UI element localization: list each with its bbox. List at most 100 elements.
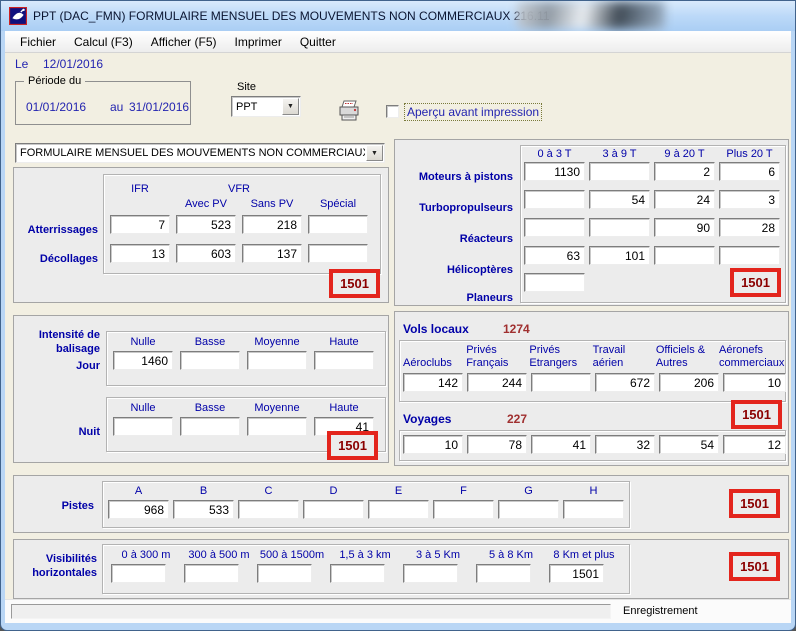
voyages-aeroclubs-field[interactable] (403, 435, 463, 454)
decollages-special-field[interactable] (308, 244, 368, 263)
jour-haute-field[interactable] (314, 351, 374, 370)
voyages-prives-etrangers-field[interactable] (531, 435, 591, 454)
menu-bar: Fichier Calcul (F3) Afficher (F5) Imprim… (5, 31, 791, 53)
col-header-piste-h: H (563, 485, 624, 497)
col-header-3-9t: 3 à 9 T (589, 148, 650, 160)
reacteurs-row-label: Réacteurs (395, 233, 513, 245)
pistes-label: Pistes (14, 500, 94, 512)
helicopteres-plus-20t-field[interactable] (719, 246, 780, 265)
atterrissages-ifr-field[interactable] (110, 215, 170, 234)
col-header-sans-pv: Sans PV (242, 198, 302, 210)
menu-afficher[interactable]: Afficher (F5) (142, 32, 226, 52)
locaux-travail-aerien-field[interactable] (595, 373, 655, 392)
pistons-0-3t-field[interactable] (524, 162, 585, 181)
voyages-travail-aerien-field[interactable] (595, 435, 655, 454)
turboprop-9-20t-field[interactable] (654, 190, 715, 209)
turboprop-0-3t-field[interactable] (524, 190, 585, 209)
piste-f-field[interactable] (433, 500, 494, 519)
helicopteres-3-9t-field[interactable] (589, 246, 650, 265)
visibilites-label: Visibilités horizontales (14, 552, 97, 580)
piste-h-field[interactable] (563, 500, 624, 519)
movements-badge: 1501 (329, 269, 380, 298)
menu-calcul[interactable]: Calcul (F3) (65, 32, 142, 52)
preview-checkbox-label[interactable]: Aperçu avant impression (404, 103, 542, 121)
col-header-500-1500m: 500 à 1500m (257, 549, 327, 561)
decollages-row-label: Décollages (14, 253, 98, 265)
preview-checkbox[interactable] (386, 105, 399, 118)
visib-500-1500m-field[interactable] (257, 564, 312, 583)
spacer (110, 198, 170, 210)
reacteurs-3-9t-field[interactable] (589, 218, 650, 237)
helicopteres-9-20t-field[interactable] (654, 246, 715, 265)
atterrissages-special-field[interactable] (308, 215, 368, 234)
atterrissages-avec-pv-field[interactable] (176, 215, 236, 234)
pistons-9-20t-field[interactable] (654, 162, 715, 181)
print-icon[interactable] (337, 98, 361, 124)
col-header-nulle: Nulle (113, 402, 173, 414)
reacteurs-0-3t-field[interactable] (524, 218, 585, 237)
turboprop-plus-20t-field[interactable] (719, 190, 780, 209)
nuit-basse-field[interactable] (180, 417, 240, 436)
decollages-sans-pv-field[interactable] (242, 244, 302, 263)
nuit-nulle-field[interactable] (113, 417, 173, 436)
pistons-3-9t-field[interactable] (589, 162, 650, 181)
site-select[interactable]: PPT ▼ (231, 96, 301, 117)
col-header-9-20t: 9 à 20 T (654, 148, 715, 160)
voyages-officiels-field[interactable] (659, 435, 719, 454)
voyages-groupbox (399, 430, 786, 461)
visib-0-300m-field[interactable] (111, 564, 166, 583)
satellite-dish-icon[interactable] (9, 7, 27, 25)
visibilites-badge: 1501 (729, 552, 780, 581)
visib-3-5km-field[interactable] (403, 564, 458, 583)
locaux-commerciaux-field[interactable] (723, 373, 786, 392)
chevron-down-icon[interactable]: ▼ (366, 145, 383, 161)
periode-to-label: au (110, 100, 123, 114)
status-text: Enregistrement (623, 605, 698, 617)
col-header-avec-pv: Avec PV (176, 198, 236, 210)
atterrissages-sans-pv-field[interactable] (242, 215, 302, 234)
decollages-avec-pv-field[interactable] (176, 244, 236, 263)
movements-groupbox: IFR VFR Avec PV Sans PV Spécial (103, 174, 381, 274)
locaux-aeroclubs-field[interactable] (403, 373, 463, 392)
piste-e-field[interactable] (368, 500, 429, 519)
col-header-0-3t: 0 à 3 T (524, 148, 585, 160)
date-label: Le (15, 57, 28, 71)
piste-a-field[interactable] (108, 500, 169, 519)
locaux-prives-etrangers-field[interactable] (531, 373, 591, 392)
locaux-officiels-field[interactable] (659, 373, 719, 392)
piste-g-field[interactable] (498, 500, 559, 519)
status-progress-panel (11, 604, 611, 619)
title-bar[interactable]: PPT (DAC_FMN) FORMULAIRE MENSUEL DES MOU… (1, 1, 795, 31)
nuit-row-label: Nuit (14, 426, 100, 438)
helicopteres-0-3t-field[interactable] (524, 246, 585, 265)
voyages-label: Voyages (403, 412, 451, 426)
reacteurs-9-20t-field[interactable] (654, 218, 715, 237)
col-header-piste-c: C (238, 485, 299, 497)
movements-panel: IFR VFR Avec PV Sans PV Spécial (13, 167, 389, 303)
planeurs-0-3t-field[interactable] (524, 273, 585, 292)
voyages-prives-francais-field[interactable] (467, 435, 527, 454)
chevron-down-icon[interactable]: ▼ (282, 98, 299, 115)
locaux-prives-francais-field[interactable] (467, 373, 527, 392)
turboprop-3-9t-field[interactable] (589, 190, 650, 209)
voyages-commerciaux-field[interactable] (723, 435, 786, 454)
piste-d-field[interactable] (303, 500, 364, 519)
visib-300-500m-field[interactable] (184, 564, 239, 583)
menu-fichier[interactable]: Fichier (11, 32, 65, 52)
jour-nulle-field[interactable] (113, 351, 173, 370)
piste-c-field[interactable] (238, 500, 299, 519)
planeurs-row-label: Planeurs (395, 292, 513, 304)
menu-quitter[interactable]: Quitter (291, 32, 345, 52)
form-selector[interactable]: FORMULAIRE MENSUEL DES MOUVEMENTS NON CO… (15, 143, 385, 163)
jour-basse-field[interactable] (180, 351, 240, 370)
visib-8km-plus-field[interactable] (549, 564, 604, 583)
nuit-moyenne-field[interactable] (247, 417, 307, 436)
jour-moyenne-field[interactable] (247, 351, 307, 370)
piste-b-field[interactable] (173, 500, 234, 519)
menu-imprimer[interactable]: Imprimer (226, 32, 291, 52)
decollages-ifr-field[interactable] (110, 244, 170, 263)
pistons-plus-20t-field[interactable] (719, 162, 780, 181)
visib-1-5-3km-field[interactable] (330, 564, 385, 583)
reacteurs-plus-20t-field[interactable] (719, 218, 780, 237)
visib-5-8km-field[interactable] (476, 564, 531, 583)
